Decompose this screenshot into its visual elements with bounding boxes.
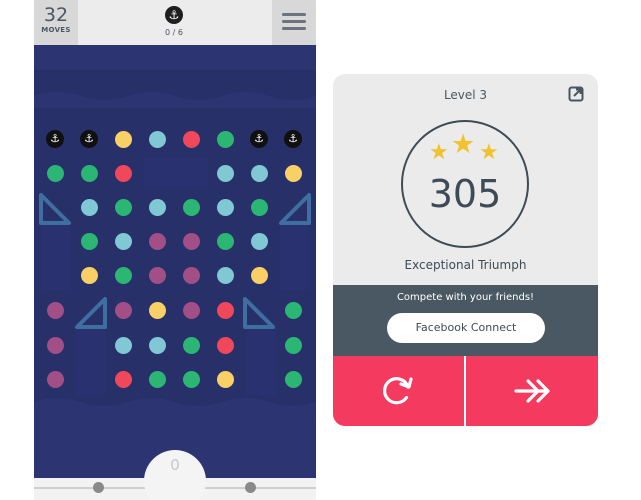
retry-button[interactable] bbox=[333, 356, 464, 426]
progress-node bbox=[93, 482, 104, 493]
hamburger-menu-icon bbox=[282, 20, 306, 23]
dot-green[interactable] bbox=[284, 370, 302, 388]
dot-green[interactable] bbox=[80, 232, 98, 250]
dot-teal[interactable] bbox=[114, 336, 132, 354]
dot-purple[interactable] bbox=[182, 266, 200, 284]
progress-node bbox=[245, 482, 256, 493]
next-level-button[interactable] bbox=[466, 356, 598, 426]
dot-purple[interactable] bbox=[148, 232, 166, 250]
moves-counter: 32 MOVES bbox=[34, 0, 78, 45]
dot-purple[interactable] bbox=[46, 336, 64, 354]
game-screen: ⚓ ⚓ ⚓ ⚓ 32 MOVES ⚓ 0 / 6 0 bbox=[34, 0, 316, 500]
dot-teal[interactable] bbox=[250, 164, 268, 182]
dot-teal[interactable] bbox=[148, 198, 166, 216]
result-label: Exceptional Triumph bbox=[404, 258, 527, 272]
double-arrow-right-icon bbox=[514, 379, 550, 403]
dot-green[interactable] bbox=[182, 370, 200, 388]
dot-green[interactable] bbox=[182, 336, 200, 354]
results-card: Level 3 ★ ★ ★ 305 Exceptional Triumph Co… bbox=[333, 74, 598, 426]
dot-yellow[interactable] bbox=[284, 164, 302, 182]
level-title: Level 3 bbox=[443, 88, 488, 102]
empty-cell bbox=[246, 325, 276, 395]
anchor-icon[interactable]: ⚓ bbox=[250, 130, 268, 148]
dot-green[interactable] bbox=[284, 301, 302, 319]
dot-green[interactable] bbox=[114, 198, 132, 216]
triangle-obstacle bbox=[39, 193, 71, 225]
dot-purple[interactable] bbox=[46, 301, 64, 319]
dot-green[interactable] bbox=[80, 164, 98, 182]
dot-yellow[interactable] bbox=[250, 266, 268, 284]
anchor-icon[interactable]: ⚓ bbox=[284, 130, 302, 148]
triangle-obstacle bbox=[243, 297, 275, 329]
external-link-icon[interactable] bbox=[568, 86, 584, 102]
anchor-icon: ⚓ bbox=[165, 6, 183, 24]
star-icon: ★ bbox=[451, 129, 476, 160]
dot-red[interactable] bbox=[114, 164, 132, 182]
dot-red[interactable] bbox=[216, 301, 234, 319]
final-score: 305 bbox=[428, 172, 502, 216]
compete-text: Compete with your friends! bbox=[396, 292, 535, 303]
star-icon: ★ bbox=[479, 140, 499, 165]
dot-purple[interactable] bbox=[114, 301, 132, 319]
dot-green[interactable] bbox=[46, 164, 64, 182]
dot-purple[interactable] bbox=[148, 266, 166, 284]
empty-cell bbox=[42, 220, 70, 290]
dot-teal[interactable] bbox=[250, 232, 268, 250]
wave-decoration-top bbox=[34, 72, 316, 108]
dot-green[interactable] bbox=[284, 336, 302, 354]
dot-purple[interactable] bbox=[182, 301, 200, 319]
anchor-icon[interactable]: ⚓ bbox=[80, 130, 98, 148]
hamburger-menu-icon bbox=[282, 27, 306, 30]
goal-progress: 0 / 6 bbox=[165, 28, 183, 37]
empty-cell bbox=[144, 158, 208, 188]
dot-yellow[interactable] bbox=[80, 266, 98, 284]
dot-green[interactable] bbox=[182, 198, 200, 216]
dot-teal[interactable] bbox=[148, 130, 166, 148]
dot-teal[interactable] bbox=[216, 164, 234, 182]
dot-teal[interactable] bbox=[114, 232, 132, 250]
hamburger-menu-icon bbox=[282, 13, 306, 16]
dot-red[interactable] bbox=[114, 370, 132, 388]
dot-purple[interactable] bbox=[46, 370, 64, 388]
score-value: 0 bbox=[170, 456, 180, 474]
dot-green[interactable] bbox=[250, 198, 268, 216]
dot-teal[interactable] bbox=[216, 198, 234, 216]
dot-green[interactable] bbox=[216, 232, 234, 250]
moves-count: 32 bbox=[43, 4, 69, 26]
empty-cell bbox=[280, 220, 308, 290]
dot-yellow[interactable] bbox=[148, 301, 166, 319]
social-section: Compete with your friends! Facebook Conn… bbox=[333, 285, 598, 356]
anchor-icon[interactable]: ⚓ bbox=[46, 130, 64, 148]
menu-button[interactable] bbox=[272, 0, 316, 45]
dot-green[interactable] bbox=[114, 266, 132, 284]
replay-icon bbox=[383, 377, 413, 405]
dot-green[interactable] bbox=[148, 370, 166, 388]
star-icon: ★ bbox=[429, 140, 449, 165]
dot-teal[interactable] bbox=[216, 266, 234, 284]
dot-green[interactable] bbox=[216, 130, 234, 148]
dot-red[interactable] bbox=[216, 336, 234, 354]
dot-teal[interactable] bbox=[80, 198, 98, 216]
dot-purple[interactable] bbox=[182, 232, 200, 250]
dot-yellow[interactable] bbox=[216, 370, 234, 388]
triangle-obstacle bbox=[75, 297, 107, 329]
moves-label: MOVES bbox=[41, 26, 71, 34]
triangle-obstacle bbox=[279, 193, 311, 225]
dot-red[interactable] bbox=[182, 130, 200, 148]
facebook-connect-button[interactable]: Facebook Connect bbox=[387, 313, 545, 343]
empty-cell bbox=[76, 325, 106, 395]
dot-yellow[interactable] bbox=[114, 130, 132, 148]
dot-teal[interactable] bbox=[148, 336, 166, 354]
